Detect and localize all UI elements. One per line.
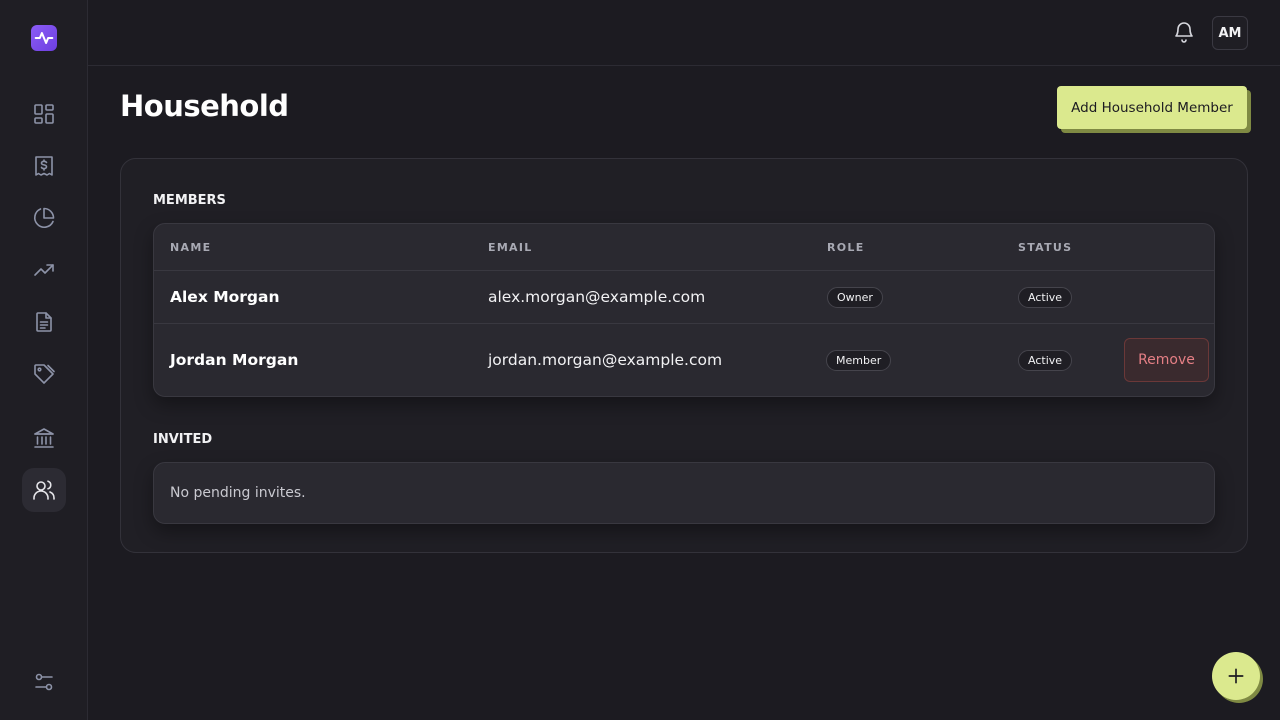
receipt-icon (35, 156, 53, 176)
top-bar (88, 0, 1280, 66)
role-badge: Owner (827, 287, 883, 308)
column-header-email: EMAIL (488, 241, 533, 254)
sidebar-item-budgets[interactable] (22, 196, 66, 240)
avatar[interactable]: AM (1212, 16, 1248, 50)
status-badge: Active (1018, 350, 1073, 371)
member-email: alex.morgan@example.com (488, 288, 706, 306)
status-badge: Active (1018, 287, 1073, 308)
document-icon (36, 312, 52, 332)
pulse-icon[interactable] (31, 25, 57, 51)
member-name: Jordan Morgan (170, 351, 299, 369)
table-row: Jordan Morgan jordan.morgan@example.com … (154, 324, 1214, 396)
pie-chart-icon (34, 207, 55, 228)
sidebar (0, 0, 88, 720)
trending-up-icon (34, 264, 54, 276)
remove-member-button[interactable]: Remove (1124, 338, 1209, 382)
bell-icon[interactable] (1172, 20, 1196, 44)
sidebar-item-household[interactable] (22, 468, 66, 512)
sidebar-item-reports[interactable] (22, 300, 66, 344)
sliders-icon (35, 673, 53, 691)
users-icon (33, 480, 55, 500)
sidebar-item-tags[interactable] (22, 352, 66, 396)
column-header-name: NAME (170, 241, 212, 254)
sidebar-item-transactions[interactable] (22, 144, 66, 188)
column-header-role: ROLE (827, 241, 865, 254)
sidebar-item-dashboard[interactable] (22, 92, 66, 136)
bank-icon (34, 428, 54, 448)
add-household-member-button[interactable]: Add Household Member (1057, 86, 1247, 129)
invites-list: No pending invites. (153, 462, 1215, 524)
invited-section-label: INVITED (153, 432, 213, 447)
sidebar-item-settings[interactable] (22, 660, 66, 704)
member-email: jordan.morgan@example.com (488, 351, 723, 369)
page-title: Household (120, 89, 289, 123)
table-header: NAME EMAIL ROLE STATUS (154, 224, 1214, 271)
role-badge: Member (826, 350, 892, 371)
plus-icon (1228, 668, 1244, 684)
sidebar-item-trends[interactable] (22, 248, 66, 292)
floating-add-button[interactable] (1212, 652, 1260, 700)
column-header-status: STATUS (1018, 241, 1073, 254)
sidebar-item-accounts[interactable] (22, 416, 66, 460)
members-table: NAME EMAIL ROLE STATUS Alex Morgan alex.… (153, 223, 1215, 397)
table-row: Alex Morgan alex.morgan@example.com Owne… (154, 271, 1214, 324)
empty-state-text: No pending invites. (170, 485, 306, 501)
grid-icon (34, 104, 54, 124)
tag-icon (34, 364, 55, 384)
member-name: Alex Morgan (170, 288, 280, 306)
members-section-label: MEMBERS (153, 193, 226, 208)
